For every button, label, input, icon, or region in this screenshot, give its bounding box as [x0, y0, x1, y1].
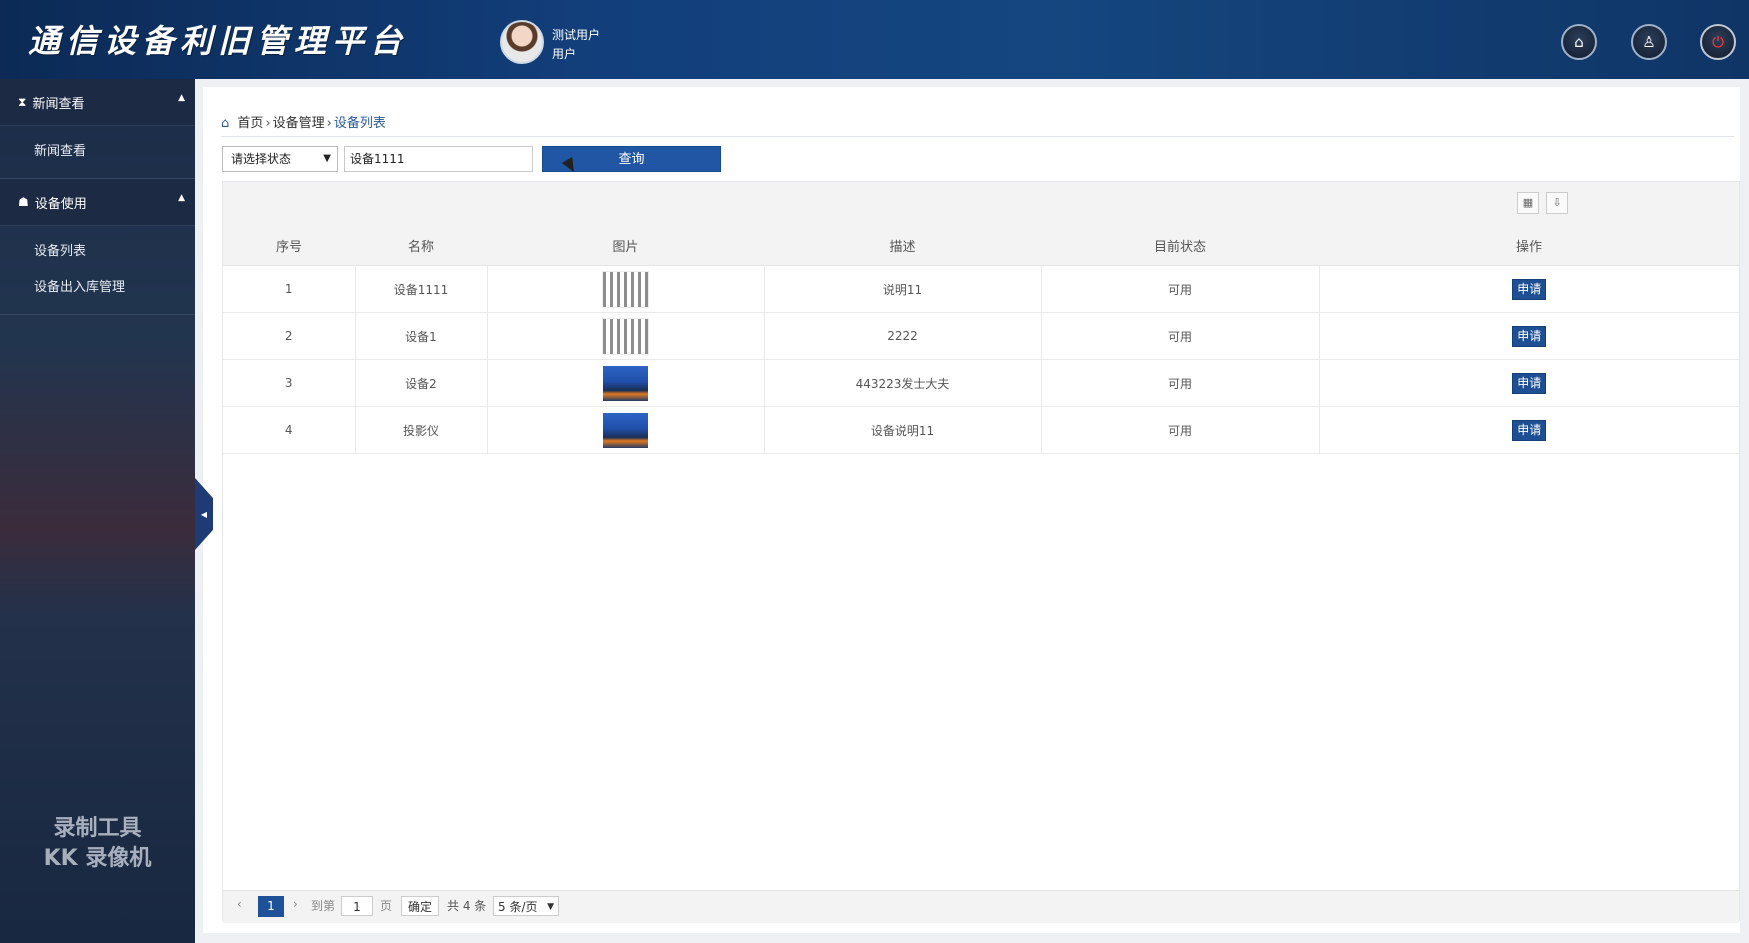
cell-no: 2	[223, 312, 356, 360]
cell-desc: 2222	[764, 312, 1042, 360]
cell-no: 4	[223, 406, 356, 454]
chevron-down-icon: ▼	[323, 153, 331, 164]
cell-no: 3	[223, 359, 356, 407]
page-unit: 页	[380, 899, 393, 913]
top-header: 通信设备利旧管理平台 测试用户 用户 ⌂ ♙ ⏻	[0, 0, 1749, 79]
content-panel: ⌂ 首页 › 设备管理 › 设备列表 请选择状态 ▼ 设备1111 查询 ▦ ⇩ 序号 …	[203, 87, 1740, 933]
cell-image	[487, 312, 765, 360]
cell-status: 可用	[1041, 312, 1320, 360]
breadcrumb-home[interactable]: 首页	[237, 116, 263, 131]
goto-label: 到第	[311, 899, 336, 913]
menu-group-news-items: 新闻查看	[0, 126, 195, 179]
table-header-row: 序号 名称 图片 描述 目前状态 操作	[223, 226, 1739, 266]
menu-group-label: 设备使用	[34, 196, 87, 212]
table-toolbar: ▦ ⇩	[223, 182, 1739, 226]
sidebar-item-device-list[interactable]: 设备列表	[0, 234, 195, 270]
device-image[interactable]	[603, 365, 648, 401]
cell-desc: 设备说明11	[764, 406, 1042, 454]
cell-image	[487, 265, 765, 313]
cell-name: 设备2	[355, 359, 488, 407]
menu-group-device[interactable]: ☗ 设备使用 ▲	[0, 179, 195, 226]
cell-status: 可用	[1041, 406, 1320, 454]
page-size-select[interactable]: 5 条/页 ▼	[493, 896, 559, 916]
menu-group-device-items: 设备列表 设备出入库管理	[0, 226, 195, 315]
cell-action: 申请	[1319, 265, 1739, 313]
cell-desc: 说明11	[764, 265, 1042, 313]
apply-button[interactable]: 申请	[1512, 278, 1547, 300]
table-row: 2 设备1 2222 可用 申请	[223, 312, 1739, 360]
menu-group-news[interactable]: ⧗ 新闻查看 ▲	[0, 79, 195, 126]
cell-action: 申请	[1319, 406, 1739, 454]
main-content: ⌂ 首页 › 设备管理 › 设备列表 请选择状态 ▼ 设备1111 查询 ▦ ⇩ 序号 …	[195, 79, 1749, 943]
col-name: 名称	[355, 226, 487, 266]
table-row: 4 投影仪 设备说明11 可用 申请	[223, 406, 1739, 454]
cell-status: 可用	[1041, 359, 1320, 407]
col-no: 序号	[223, 226, 355, 266]
apply-button[interactable]: 申请	[1512, 419, 1547, 441]
prev-page-icon[interactable]: ‹	[237, 897, 242, 911]
user-name: 测试用户	[552, 28, 601, 42]
columns-icon[interactable]: ▦	[1517, 192, 1539, 214]
watermark-line-1: 录制工具	[53, 816, 142, 841]
cell-name: 设备1111	[355, 265, 488, 313]
home-icon: ⌂	[221, 116, 230, 131]
col-desc: 描述	[764, 226, 1041, 266]
avatar[interactable]	[500, 20, 544, 64]
col-status: 目前状态	[1041, 226, 1319, 266]
next-page-icon[interactable]: ›	[293, 897, 298, 911]
sidebar-item-news[interactable]: 新闻查看	[0, 134, 195, 170]
cell-name: 设备1	[355, 312, 488, 360]
apply-button[interactable]: 申请	[1512, 325, 1547, 347]
chevron-left-icon: ◀	[200, 509, 208, 519]
breadcrumb-device-mgmt[interactable]: 设备管理	[273, 116, 325, 131]
app-title: 通信设备利旧管理平台	[28, 22, 409, 60]
home-icon[interactable]: ⌂	[1561, 24, 1597, 60]
cell-no: 1	[223, 265, 356, 313]
page-size-value: 5 条/页	[498, 900, 538, 914]
confirm-button[interactable]: 确定	[401, 896, 439, 916]
hourglass-icon: ⧗	[18, 94, 27, 109]
sidebar: ⧗ 新闻查看 ▲ 新闻查看 ☗ 设备使用 ▲ 设备列表 设备出入库管理 录制工具…	[0, 79, 195, 943]
cell-image	[487, 406, 765, 454]
cell-action: 申请	[1319, 359, 1739, 407]
sitemap-icon: ☗	[18, 195, 29, 209]
menu-group-label: 新闻查看	[32, 96, 85, 112]
user-role: 用户	[552, 47, 577, 61]
search-input[interactable]: 设备1111	[344, 146, 533, 172]
pagination: ‹ 1 › 到第 1 页 确定 共 4 条 5 条/页 ▼	[223, 890, 1739, 923]
status-select-value: 请选择状态	[231, 152, 292, 166]
user-icon[interactable]: ♙	[1631, 24, 1667, 60]
export-icon[interactable]: ⇩	[1546, 192, 1568, 214]
device-table: ▦ ⇩ 序号 名称 图片 描述 目前状态 操作 1 设备1111 说明11 可用…	[222, 181, 1740, 923]
cell-image	[487, 359, 765, 407]
divider	[221, 136, 1734, 137]
device-image[interactable]	[602, 270, 649, 308]
cell-desc: 443223发士大夫	[764, 359, 1042, 407]
cell-name: 投影仪	[355, 406, 488, 454]
device-image[interactable]	[602, 317, 649, 355]
apply-button[interactable]: 申请	[1512, 372, 1547, 394]
table: 序号 名称 图片 描述 目前状态 操作 1 设备1111 说明11 可用 申请 …	[223, 226, 1739, 454]
col-action: 操作	[1319, 226, 1739, 266]
cell-action: 申请	[1319, 312, 1739, 360]
caret-up-icon: ▲	[178, 93, 185, 103]
status-select[interactable]: 请选择状态 ▼	[222, 146, 338, 172]
breadcrumb: ⌂ 首页 › 设备管理 › 设备列表	[221, 116, 386, 131]
table-row: 3 设备2 443223发士大夫 可用 申请	[223, 359, 1739, 407]
page-1[interactable]: 1	[258, 896, 284, 917]
chevron-down-icon: ▼	[547, 902, 554, 912]
table-row: 1 设备1111 说明11 可用 申请	[223, 265, 1739, 313]
power-icon[interactable]: ⏻	[1700, 24, 1736, 60]
breadcrumb-current: 设备列表	[333, 116, 386, 131]
device-image[interactable]	[603, 412, 648, 448]
caret-up-icon: ▲	[178, 193, 185, 203]
col-image: 图片	[487, 226, 764, 266]
sidebar-item-device-io[interactable]: 设备出入库管理	[0, 270, 195, 306]
goto-page-input[interactable]: 1	[341, 896, 373, 916]
recorder-watermark: 录制工具 KK 录像机	[30, 814, 165, 874]
watermark-line-2: KK 录像机	[43, 846, 152, 871]
total-count: 共 4 条	[447, 899, 487, 913]
cell-status: 可用	[1041, 265, 1320, 313]
